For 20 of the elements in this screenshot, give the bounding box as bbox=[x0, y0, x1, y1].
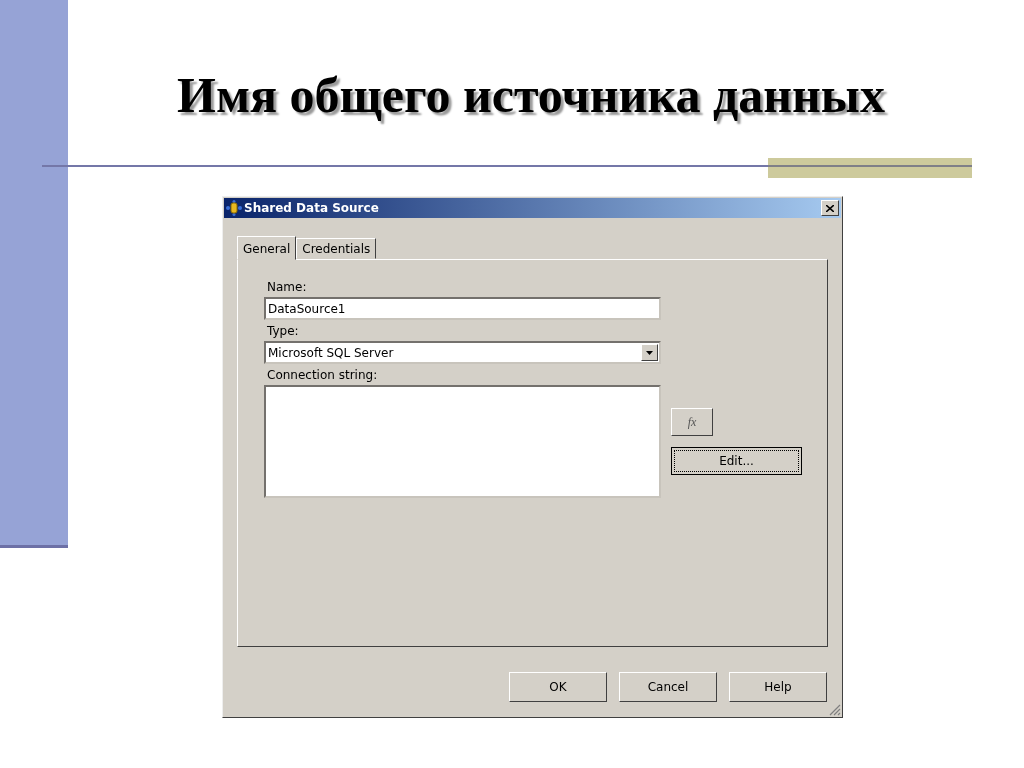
field-label: Name: bbox=[267, 280, 308, 294]
close-icon bbox=[826, 204, 834, 212]
tab[interactable]: General bbox=[237, 236, 297, 260]
data-source-icon bbox=[226, 200, 242, 216]
connection-string-field[interactable] bbox=[264, 385, 661, 498]
close-button[interactable] bbox=[821, 200, 839, 216]
slide-title: Имя общего источника данных bbox=[177, 66, 886, 124]
field-label: Type: bbox=[267, 324, 300, 338]
dialog-button[interactable]: Help bbox=[729, 672, 827, 702]
expression-button[interactable]: fx bbox=[671, 408, 713, 436]
dialog-button[interactable]: Cancel bbox=[619, 672, 717, 702]
resize-grip-icon[interactable] bbox=[829, 704, 841, 716]
field-label: Connection string: bbox=[267, 368, 379, 382]
caret-icon bbox=[646, 350, 653, 355]
type-dropdown[interactable]: Microsoft SQL Server bbox=[264, 341, 661, 364]
tab[interactable]: Credentials bbox=[296, 238, 377, 259]
dialog-button[interactable]: OK bbox=[509, 672, 607, 702]
name-field[interactable]: DataSource1 bbox=[264, 297, 661, 320]
window-title: Shared Data Source bbox=[244, 201, 380, 215]
edit-button[interactable]: Edit... bbox=[671, 447, 802, 475]
